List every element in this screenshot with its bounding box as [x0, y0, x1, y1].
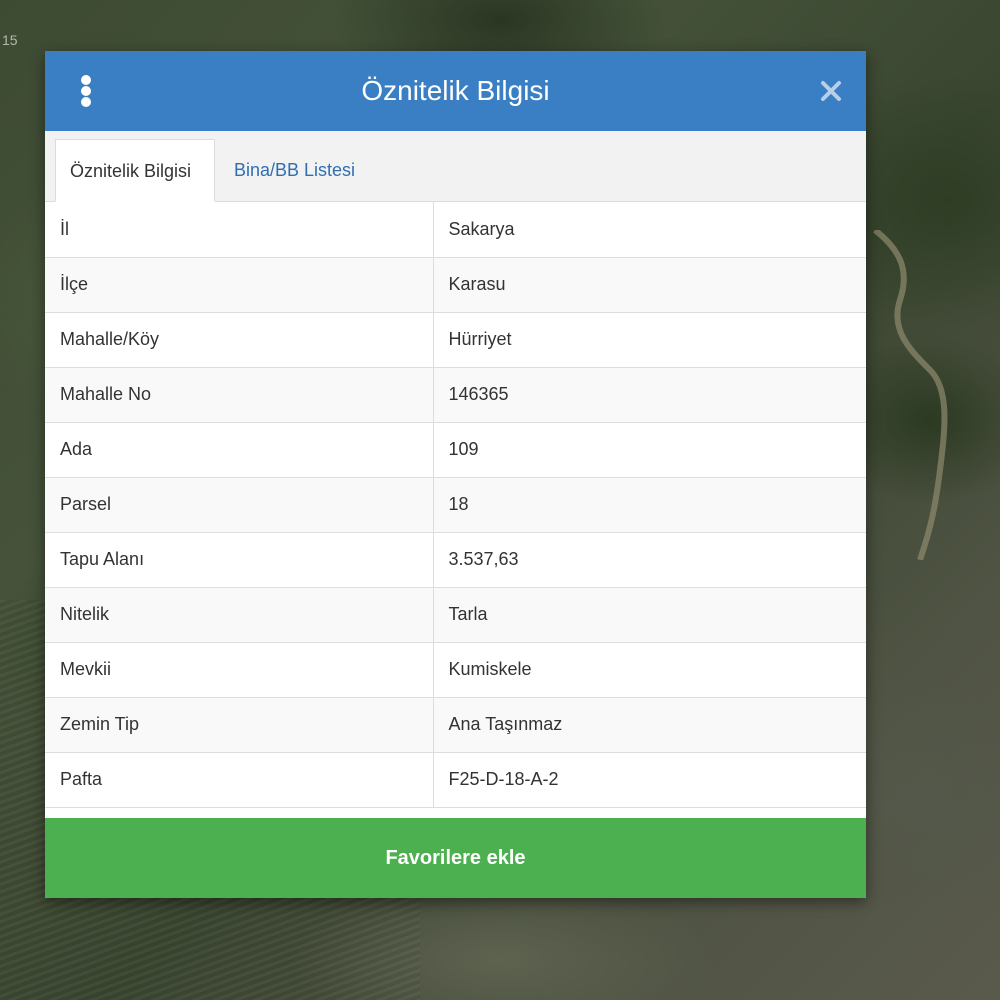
attribute-value: F25-D-18-A-2: [433, 752, 866, 808]
table-row: Ada 109: [45, 422, 866, 478]
tab-attribute-info[interactable]: Öznitelik Bilgisi: [55, 139, 215, 202]
attribute-key: Tapu Alanı: [45, 532, 434, 588]
attribute-table: İl Sakarya İlçe Karasu Mahalle/Köy Hürri…: [45, 202, 866, 808]
table-row: Pafta F25-D-18-A-2: [45, 752, 866, 808]
attribute-key: Mahalle/Köy: [45, 312, 434, 368]
add-to-favorites-button[interactable]: Favorilere ekle: [45, 818, 866, 898]
dialog-title: Öznitelik Bilgisi: [361, 75, 550, 106]
table-row: Mevkii Kumiskele: [45, 642, 866, 698]
table-row: Parsel 18: [45, 477, 866, 533]
attribute-value: 3.537,63: [433, 532, 866, 588]
close-icon[interactable]: [819, 79, 843, 103]
table-row: Mahalle/Köy Hürriyet: [45, 312, 866, 368]
attribute-value: 18: [433, 477, 866, 533]
attribute-value: Kumiskele: [433, 642, 866, 698]
attribute-key: İlçe: [45, 257, 434, 313]
tab-building-list[interactable]: Bina/BB Listesi: [220, 139, 369, 201]
attribute-key: Nitelik: [45, 587, 434, 643]
attribute-value: 109: [433, 422, 866, 478]
tab-bar: Öznitelik Bilgisi Bina/BB Listesi: [45, 131, 866, 202]
table-row: İlçe Karasu: [45, 257, 866, 313]
attribute-value: Hürriyet: [433, 312, 866, 368]
dialog-header: Öznitelik Bilgisi: [45, 51, 866, 131]
attribute-value: Karasu: [433, 257, 866, 313]
attribute-key: Pafta: [45, 752, 434, 808]
table-row: Zemin Tip Ana Taşınmaz: [45, 697, 866, 753]
table-row: Tapu Alanı 3.537,63: [45, 532, 866, 588]
attribute-key: Mevkii: [45, 642, 434, 698]
attribute-key: Parsel: [45, 477, 434, 533]
table-row: Mahalle No 146365: [45, 367, 866, 423]
attribute-value: Tarla: [433, 587, 866, 643]
attribute-value: Sakarya: [433, 202, 866, 258]
attribute-key: İl: [45, 202, 434, 258]
table-row: İl Sakarya: [45, 202, 866, 258]
attribute-dialog: Öznitelik Bilgisi Öznitelik Bilgisi Bina…: [45, 51, 866, 898]
map-scale-label: 15: [2, 32, 18, 48]
table-row: Nitelik Tarla: [45, 587, 866, 643]
attribute-key: Ada: [45, 422, 434, 478]
attribute-value: 146365: [433, 367, 866, 423]
map-trail: [873, 230, 948, 560]
attribute-key: Mahalle No: [45, 367, 434, 423]
attribute-key: Zemin Tip: [45, 697, 434, 753]
attribute-value: Ana Taşınmaz: [433, 697, 866, 753]
